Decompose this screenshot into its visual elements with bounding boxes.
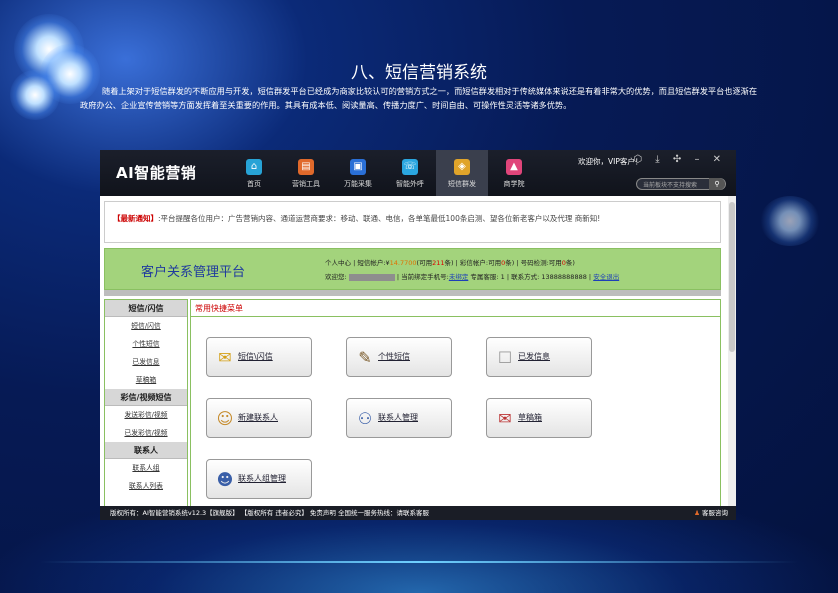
search-icon[interactable]: ⚲ [709,178,725,190]
divider-bar [104,290,721,296]
nav-label: 首页 [247,180,261,188]
crm-title: 客户关系管理平台 [141,265,246,280]
nav-academy[interactable]: ▲ 商学院 [488,150,540,196]
slide-paragraph: 随着上架对于短信群发的不断应用与开发，短信群发平台已经成为商家比较认可的营销方式… [80,86,758,110]
app-logo: AI智能营销 [116,164,197,182]
sidebar: 短信/闪信 短信/闪信 个性短信 已发信息 草稿箱 彩信/视频短信 发送彩信/视… [104,299,188,509]
nav-label: 智能外呼 [396,180,424,188]
quick-button-label: 个性短信 [378,352,410,361]
nav-smart-call[interactable]: ☏ 智能外呼 [384,150,436,196]
sidebar-item-drafts[interactable]: 草稿箱 [105,371,187,389]
account-text: (可用 [416,259,433,267]
bag-icon: ▣ [350,159,366,175]
quick-menu-panel: 常用快捷菜单 ✉ 短信\闪信 ✎ 个性短信 ☐ 已发信息 ☺ 新建联系人 ⚇ 联… [190,299,721,509]
notice-text: :平台提醒各位用户：广告营销内容、通道运营商要求：移动、联通、电信，各单笔最低1… [158,214,601,223]
main-nav: ⌂ 首页 ▤ 营销工具 ▣ 万能采集 ☏ 智能外呼 ◈ 短信群发 ▲ 商学院 [228,150,540,196]
nav-sms-mass[interactable]: ◈ 短信群发 [436,150,488,196]
support-label: 客服咨询 [702,509,728,517]
quick-menu-title: 常用快捷菜单 [191,300,720,317]
nav-collect[interactable]: ▣ 万能采集 [332,150,384,196]
quick-button-label: 新建联系人 [238,413,278,422]
nav-marketing-tools[interactable]: ▤ 营销工具 [280,150,332,196]
quick-button-label: 联系人组管理 [238,474,286,483]
sidebar-item-contact-groups[interactable]: 联系人组 [105,459,187,477]
graduation-icon: ▲ [506,159,522,175]
search-placeholder: 当前板块不支持搜索 [643,182,698,189]
content-area: 【最新通知】:平台提醒各位用户：广告营销内容、通道运营商要求：移动、联通、电信，… [100,196,728,509]
sidebar-item-sent-mms[interactable]: 已发彩信/视频 [105,424,187,442]
phone-icon: ☏ [402,159,418,175]
sms-count: 211 [432,259,445,267]
account-line: 个人中心 | 短信帐户:¥14.7700(可用211条) | 彩信帐户:可用0条… [325,257,575,267]
window-controls[interactable]: ⬡ ⤓ ✣ – ✕ [633,154,726,165]
sidebar-header-contacts[interactable]: 联系人 [105,442,187,459]
app-topbar: AI智能营销 ⌂ 首页 ▤ 营销工具 ▣ 万能采集 ☏ 智能外呼 ◈ 短信群发 [100,150,736,196]
quick-contact-group-button[interactable]: ☻ 联系人组管理 [206,459,312,499]
slide-title: 八、短信营销系统 [351,63,487,83]
support-icon: ♟ [694,509,700,517]
new-contact-icon: ☺ [216,409,234,428]
scrollbar-thumb[interactable] [729,202,735,352]
nav-label: 商学院 [503,180,525,188]
sidebar-item-personal-sms[interactable]: 个性短信 [105,335,187,353]
notice-label: 【最新通知】 [113,214,158,223]
sidebar-item-contact-list[interactable]: 联系人列表 [105,477,187,495]
sms-icon: ◈ [454,159,470,175]
welcome-line: 欢迎您: | 当前绑定手机号:未绑定 专属客服: 1 | 联系方式: 13888… [325,271,619,281]
quick-button-label: 短信\闪信 [238,352,273,361]
nav-label: 短信群发 [448,180,476,188]
crm-banner: 客户关系管理平台 个人中心 | 短信帐户:¥14.7700(可用211条) | … [104,248,721,290]
quick-button-label: 草稿箱 [518,413,542,422]
sms-balance: 14.7700 [389,259,417,267]
account-text: 条) | 彩信帐户:可用 [444,259,502,267]
nav-label: 营销工具 [292,180,320,188]
home-icon: ⌂ [246,159,262,175]
welcome-label: 欢迎您: [325,273,347,281]
service-text: 专属客服: 1 | 联系方式: 13888888888 | [470,273,592,281]
stage-floor-line [40,561,798,563]
drafts-icon: ✉ [498,409,512,428]
account-text: 条) [565,259,575,267]
nav-label: 万能采集 [344,180,372,188]
sidebar-header-sms[interactable]: 短信/闪信 [105,300,187,317]
nav-home[interactable]: ⌂ 首页 [228,150,280,196]
sidebar-item-sms[interactable]: 短信/闪信 [105,317,187,335]
contacts-manage-icon: ⚇ [357,409,373,428]
sent-message-icon: ☐ [497,348,513,367]
stage-light [760,196,820,246]
status-text: 版权所有：AI智能营销系统v12.3【旗舰版】 【版权所有 违者必究】 免责声明… [110,509,429,517]
logout-link[interactable]: 安全退出 [593,273,619,281]
quick-drafts-button[interactable]: ✉ 草稿箱 [486,398,592,438]
quick-new-contact-button[interactable]: ☺ 新建联系人 [206,398,312,438]
sms-envelope-icon: ✉ [218,348,232,367]
quick-sent-button[interactable]: ☐ 已发信息 [486,337,592,377]
blurred-username [348,273,395,281]
search-box[interactable]: 当前板块不支持搜索 ⚲ [636,178,726,190]
quick-button-label: 已发信息 [518,352,550,361]
contact-group-icon: ☻ [216,470,234,489]
phone-label: | 当前绑定手机号: [396,273,449,281]
support-link[interactable]: ♟ 客服咨询 [694,506,728,520]
quick-button-label: 联系人管理 [378,413,418,422]
quick-personal-sms-button[interactable]: ✎ 个性短信 [346,337,452,377]
quick-contacts-manage-button[interactable]: ⚇ 联系人管理 [346,398,452,438]
unbound-link[interactable]: 未绑定 [449,273,469,281]
notice-bar: 【最新通知】:平台提醒各位用户：广告营销内容、通道运营商要求：移动、联通、电信，… [104,201,721,243]
sidebar-item-send-mms[interactable]: 发送彩信/视频 [105,406,187,424]
account-text: 条) | 号码检测:可用 [505,259,562,267]
sidebar-header-mms[interactable]: 彩信/视频短信 [105,389,187,406]
briefcase-icon: ▤ [298,159,314,175]
sidebar-item-sent[interactable]: 已发信息 [105,353,187,371]
personal-sms-icon: ✎ [358,348,372,367]
app-window: AI智能营销 ⌂ 首页 ▤ 营销工具 ▣ 万能采集 ☏ 智能外呼 ◈ 短信群发 [100,150,736,520]
account-text: 个人中心 | 短信帐户:¥ [325,259,390,267]
quick-sms-button[interactable]: ✉ 短信\闪信 [206,337,312,377]
vertical-scrollbar[interactable] [728,196,736,506]
status-bar: 版权所有：AI智能营销系统v12.3【旗舰版】 【版权所有 违者必究】 免责声明… [100,506,736,520]
